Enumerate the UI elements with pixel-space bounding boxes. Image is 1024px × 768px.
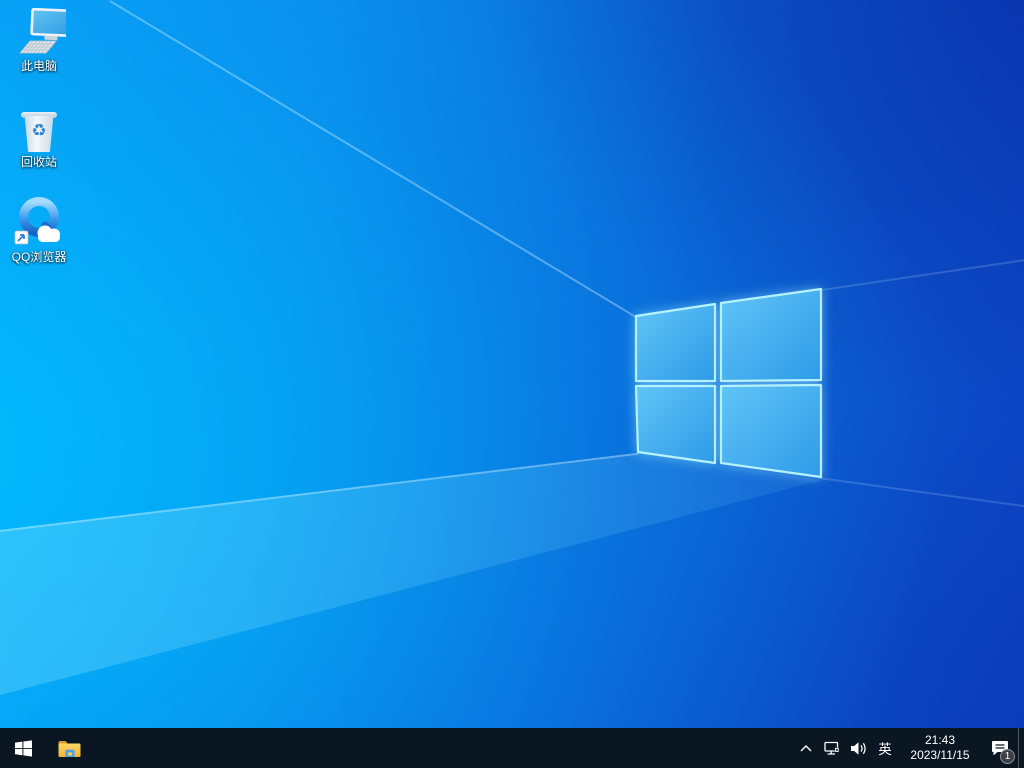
- start-button[interactable]: [0, 728, 46, 768]
- windows-start-icon: [15, 740, 32, 757]
- file-explorer-icon: [57, 738, 82, 759]
- action-center-button[interactable]: 1: [982, 728, 1018, 768]
- shortcut-arrow-badge: [15, 231, 28, 244]
- icon-label-this-pc: 此电脑: [21, 59, 57, 73]
- desktop-icon-qq-browser[interactable]: QQ浏览器: [0, 197, 78, 266]
- volume-tray-button[interactable]: [845, 728, 872, 768]
- speaker-icon: [850, 741, 868, 756]
- network-tray-button[interactable]: [818, 728, 845, 768]
- file-explorer-button[interactable]: [46, 728, 92, 768]
- windows-logo: [633, 287, 823, 479]
- qq-browser-icon: [0, 197, 78, 247]
- network-ethernet-icon: [823, 740, 840, 756]
- desktop-wallpaper: [0, 0, 1024, 728]
- hidden-icons-button[interactable]: [794, 728, 818, 768]
- icon-label-recycle-bin: 回收站: [21, 155, 57, 169]
- recycle-bin-icon: ♻: [0, 102, 78, 152]
- ime-indicator-label: 英: [878, 738, 892, 758]
- this-pc-icon: [0, 6, 78, 56]
- light-beam-fan: [0, 0, 1024, 728]
- notification-count-badge: 1: [1000, 749, 1015, 764]
- clock-time: 21:43: [925, 733, 955, 748]
- light-ray-lower-right: [819, 477, 1024, 507]
- light-ray-upper-right: [822, 259, 1024, 290]
- chevron-up-icon: [799, 743, 813, 754]
- light-ray-lower-left: [0, 453, 638, 532]
- recycle-symbol-icon: ♻: [20, 121, 58, 141]
- desktop-icon-recycle-bin[interactable]: ♻ 回收站: [0, 102, 78, 171]
- show-desktop-button[interactable]: [1018, 728, 1024, 768]
- desktop-icon-this-pc[interactable]: 此电脑: [0, 6, 78, 75]
- clock-date: 2023/11/15: [910, 748, 969, 763]
- ime-indicator[interactable]: 英: [872, 728, 898, 768]
- system-tray: 英 21:43 2023/11/15 1: [794, 728, 1024, 768]
- light-ray-upper-left: [110, 0, 636, 317]
- taskbar: 英 21:43 2023/11/15 1: [0, 728, 1024, 768]
- taskbar-clock[interactable]: 21:43 2023/11/15: [898, 728, 982, 768]
- windows-desktop: 此电脑 ♻ 回收站: [0, 0, 1024, 768]
- icon-label-qq-browser: QQ浏览器: [12, 250, 67, 264]
